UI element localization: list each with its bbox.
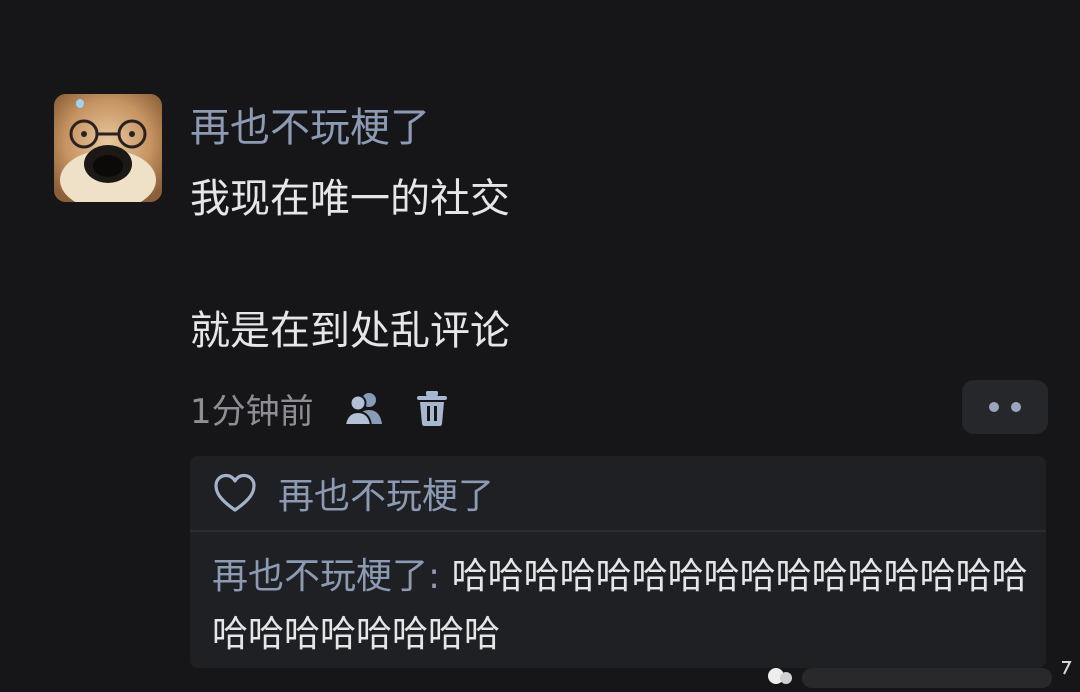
- comment-timestamp: 1分钟前: [190, 391, 314, 432]
- shiba-dog-glasses-avatar-icon: [54, 94, 162, 202]
- watermark: [762, 654, 1080, 692]
- reply-text: 再也不玩梗了: 哈哈哈哈哈哈哈哈哈哈哈哈哈哈哈哈哈哈哈哈哈哈哈哈: [212, 548, 1032, 664]
- more-dots-icon: [1011, 402, 1021, 412]
- comment-username[interactable]: 再也不玩梗了: [190, 100, 430, 156]
- users-icon[interactable]: [342, 386, 386, 430]
- comment-line: 我现在唯一的社交: [190, 176, 510, 222]
- heart-icon[interactable]: [212, 470, 258, 516]
- comment-page: 再也不玩梗了 我现在唯一的社交 就是在到处乱评论 1分钟前 再也不玩梗了 再也不…: [0, 0, 1080, 692]
- comment-content: 我现在唯一的社交 就是在到处乱评论: [190, 168, 510, 362]
- reply-card: 再也不玩梗了 再也不玩梗了: 哈哈哈哈哈哈哈哈哈哈哈哈哈哈哈哈哈哈哈哈哈哈哈哈: [190, 456, 1046, 668]
- avatar[interactable]: [54, 94, 162, 202]
- comment-meta: 1分钟前: [190, 383, 454, 433]
- trash-icon[interactable]: [410, 386, 454, 430]
- liked-by-username[interactable]: 再也不玩梗了: [278, 467, 494, 519]
- like-row: 再也不玩梗了: [190, 456, 1046, 532]
- more-dots-icon: [989, 402, 999, 412]
- more-options-button[interactable]: [962, 380, 1048, 434]
- reply-username[interactable]: 再也不玩梗了:: [212, 556, 440, 597]
- comment-line: 就是在到处乱评论: [190, 308, 510, 354]
